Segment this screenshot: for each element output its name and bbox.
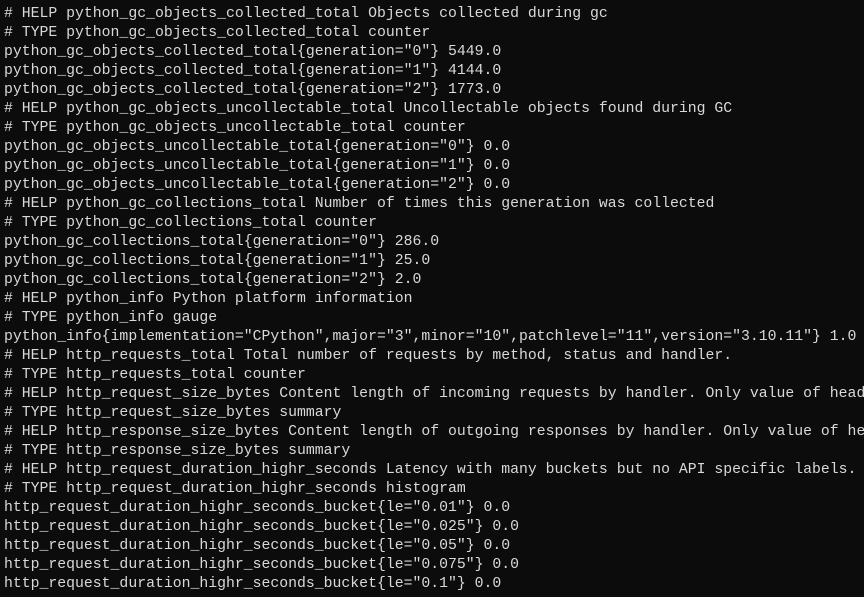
metric-sample-line: http_request_duration_highr_seconds_buck… [4, 500, 511, 516]
metric-sample-line: http_request_duration_highr_seconds_buck… [4, 576, 502, 592]
metric-sample-line: python_gc_objects_uncollectable_total{ge… [4, 158, 511, 174]
metric-comment-line: # TYPE python_gc_objects_uncollectable_t… [4, 120, 466, 136]
metric-comment-line: # HELP python_gc_collections_total Numbe… [4, 196, 715, 212]
metric-comment-line: # HELP python_gc_objects_collected_total… [4, 6, 608, 22]
metric-sample-line: python_gc_objects_collected_total{genera… [4, 63, 502, 79]
metric-comment-line: # TYPE python_gc_objects_collected_total… [4, 25, 431, 41]
metrics-text-document: # HELP python_gc_objects_collected_total… [4, 5, 864, 594]
metric-sample-line: python_gc_collections_total{generation="… [4, 253, 431, 269]
metric-comment-line: # HELP http_request_size_bytes Content l… [4, 386, 864, 402]
metric-sample-line: http_request_duration_highr_seconds_buck… [4, 519, 520, 535]
metric-comment-line: # TYPE http_request_size_bytes summary [4, 405, 342, 421]
metric-sample-line: python_gc_collections_total{generation="… [4, 234, 440, 250]
metric-sample-line: python_gc_objects_uncollectable_total{ge… [4, 139, 511, 155]
metric-comment-line: # TYPE python_info gauge [4, 310, 218, 326]
metric-comment-line: # HELP http_requests_total Total number … [4, 348, 733, 364]
metric-sample-line: python_info{implementation="CPython",maj… [4, 329, 857, 345]
metric-comment-line: # HELP http_response_size_bytes Content … [4, 424, 864, 440]
metric-sample-line: python_gc_objects_uncollectable_total{ge… [4, 177, 511, 193]
metric-sample-line: python_gc_objects_collected_total{genera… [4, 82, 502, 98]
metric-comment-line: # TYPE http_response_size_bytes summary [4, 443, 351, 459]
metric-comment-line: # TYPE http_request_duration_highr_secon… [4, 481, 466, 497]
metric-comment-line: # HELP http_request_duration_highr_secon… [4, 462, 857, 478]
metric-comment-line: # TYPE python_gc_collections_total count… [4, 215, 377, 231]
metric-comment-line: # HELP python_info Python platform infor… [4, 291, 413, 307]
metric-comment-line: # TYPE http_requests_total counter [4, 367, 306, 383]
metric-comment-line: # HELP python_gc_objects_uncollectable_t… [4, 101, 733, 117]
metric-sample-line: python_gc_collections_total{generation="… [4, 272, 422, 288]
metric-sample-line: http_request_duration_highr_seconds_buck… [4, 538, 511, 554]
metric-sample-line: http_request_duration_highr_seconds_buck… [4, 557, 520, 573]
metric-sample-line: python_gc_objects_collected_total{genera… [4, 44, 502, 60]
